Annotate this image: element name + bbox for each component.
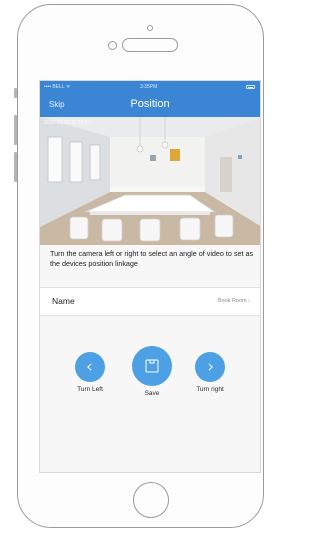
turn-right-control[interactable]: Turn right	[190, 352, 230, 393]
phone-side-button	[14, 88, 17, 98]
page: •••• BELL ᯤ 3:35PM Skip Position 2016-01…	[0, 0, 269, 533]
app-screen: •••• BELL ᯤ 3:35PM Skip Position 2016-01…	[39, 80, 261, 473]
camera-timestamp: 2016-01-01 11:38:52	[44, 120, 91, 126]
turn-left-button[interactable]	[75, 352, 105, 382]
chevron-left-icon	[87, 363, 95, 371]
name-value[interactable]: Book Room ›	[218, 298, 250, 304]
turn-right-label: Turn right	[196, 386, 224, 393]
nav-bar: Skip Position	[40, 93, 260, 117]
battery-icon	[246, 85, 255, 89]
carrier-signal: •••• BELL ᯤ	[44, 84, 71, 90]
name-row[interactable]: Name Book Room ›	[40, 288, 260, 315]
instruction-text: Turn the camera left or right to select …	[50, 249, 254, 268]
camera-preview[interactable]: 2016-01-01 11:38:52	[40, 117, 260, 245]
divider	[40, 315, 260, 316]
sensor-icon	[108, 41, 117, 50]
save-label: Save	[144, 390, 160, 397]
phone-volume-down	[14, 152, 17, 182]
name-label: Name	[52, 296, 75, 306]
camera-room-image	[40, 117, 260, 245]
front-camera-icon	[147, 25, 153, 31]
turn-right-button[interactable]	[195, 352, 225, 382]
status-bar: •••• BELL ᯤ 3:35PM	[40, 81, 260, 93]
home-button[interactable]	[133, 482, 169, 518]
controls: Turn Left Save Turn right	[40, 346, 260, 416]
chevron-right-icon	[205, 363, 213, 371]
status-time: 3:35PM	[140, 84, 158, 90]
save-button[interactable]	[132, 346, 172, 386]
earpiece-speaker	[122, 38, 178, 52]
page-title: Position	[130, 98, 170, 110]
save-control[interactable]: Save	[128, 346, 176, 397]
phone-volume-up	[14, 115, 17, 145]
save-icon	[145, 359, 159, 373]
turn-left-label: Turn Left	[77, 386, 103, 393]
turn-left-control[interactable]: Turn Left	[70, 352, 110, 393]
